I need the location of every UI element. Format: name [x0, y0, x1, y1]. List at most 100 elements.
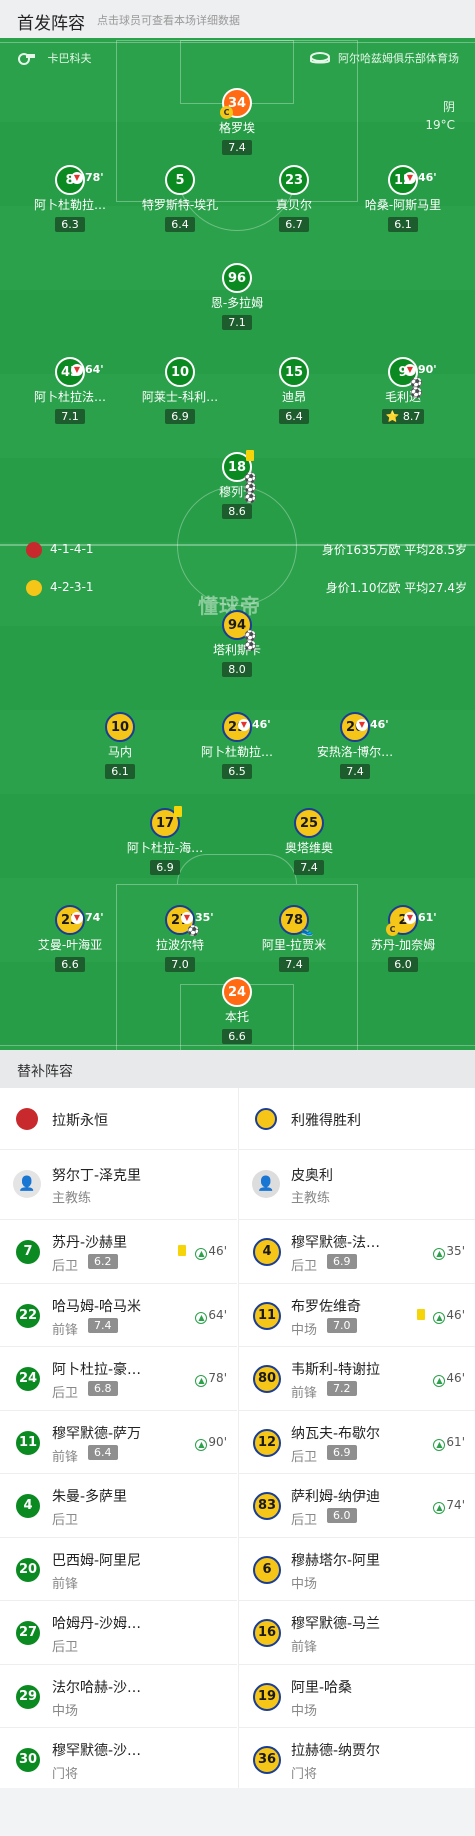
lineup-subtitle: 点击球员可查看本场详细数据: [97, 14, 240, 27]
sub-out-marker: ▼ 64': [71, 356, 104, 384]
captain-badge: C: [220, 106, 233, 119]
lineup-title: 首发阵容: [17, 14, 85, 34]
sub-in-icon: ▲: [195, 1375, 208, 1387]
player-home-5[interactable]: 5 特罗斯特-埃孔 6.4: [120, 165, 240, 232]
sub-in-icon: ▲: [433, 1438, 446, 1451]
sub-row[interactable]: 80 韦斯利-特谢拉 前锋 7.2 ▲ 46': [239, 1347, 475, 1411]
sub-in-icon: ▲: [433, 1502, 446, 1514]
venue-info: 阿尔哈兹姆俱乐部体育场: [309, 50, 459, 68]
rating: 7.4: [222, 140, 252, 155]
player-home-34[interactable]: 34 C 格罗埃 7.4: [177, 88, 297, 155]
sub-row[interactable]: 29 法尔哈赫-沙… 中场: [0, 1665, 237, 1728]
rating: 6.6: [222, 1029, 252, 1044]
sub-in-marker: ▲ 35': [433, 1244, 465, 1260]
sub-row[interactable]: 4 朱曼-多萨里 后卫: [0, 1474, 237, 1538]
referee-info: 卡巴科夫: [16, 50, 92, 68]
player-away-2[interactable]: 2 ▼ 61' C 苏丹-加奈姆 6.0: [343, 905, 463, 972]
sub-out-marker: ▼ 46': [356, 711, 389, 739]
player-away-10[interactable]: 10 马内 6.1: [60, 712, 180, 779]
player-away-23[interactable]: 23 ▼ 74' 艾曼-叶海亚 6.6: [10, 905, 130, 972]
sub-row[interactable]: 20 巴西姆-阿里尼 前锋: [0, 1538, 237, 1601]
home-coach[interactable]: 👤 努尔丁-泽克里 主教练: [0, 1150, 237, 1220]
player-home-10[interactable]: 10 阿莱士-科利… 6.9: [120, 357, 240, 424]
page-footer-space: [0, 1788, 475, 1836]
sub-row[interactable]: 22 哈马姆-哈马米 前锋 7.4 ▲ 64': [0, 1284, 237, 1347]
venue-name: 阿尔哈兹姆俱乐部体育场: [338, 52, 459, 65]
sub-row[interactable]: 12 纳瓦夫-布歇尔 后卫 6.9 ▲ 61': [239, 1411, 475, 1474]
weather: 阴: [442, 100, 455, 114]
home-badge-icon: [26, 541, 42, 558]
sub-in-marker: ▲ 46': [433, 1308, 465, 1324]
sub-in-icon: ▲: [195, 1248, 208, 1260]
player-home-15[interactable]: 15 迪昂 6.4: [234, 357, 354, 424]
sub-out-marker: ▼ 78': [71, 164, 104, 192]
away-team-row[interactable]: 利雅得胜利: [239, 1088, 475, 1150]
sub-row[interactable]: 36 拉赫德-纳贾尔 门将: [239, 1728, 475, 1792]
captain-badge: C: [386, 923, 399, 936]
temperature: 19°C: [425, 118, 455, 132]
player-home-9[interactable]: 9 ▼ 90' ⚽⚽ 毛利达 ⭐ 8.7: [343, 357, 463, 424]
rating: 6.3: [55, 217, 85, 232]
sub-row[interactable]: 11 布罗佐维奇 中场 7.0 ▲ 46': [239, 1284, 475, 1347]
player-home-96[interactable]: 96 恩-多拉姆 7.1: [177, 263, 297, 330]
rating: 6.1: [388, 217, 418, 232]
sub-row[interactable]: 16 穆罕默德-马兰 前锋: [239, 1601, 475, 1665]
away-subs-column: 利雅得胜利 👤 皮奥利 主教练 4 穆罕默德-法… 后卫 6.9 ▲ 35' 11 布罗佐维奇中…: [238, 1088, 475, 1792]
player-away-25[interactable]: 25 奥塔维奥 7.4: [249, 808, 369, 875]
lineup-header: 首发阵容 点击球员可查看本场详细数据: [0, 0, 475, 38]
player-away-20[interactable]: 20 ▼ 46' 安热洛-博尔… 7.4: [295, 712, 415, 779]
assist-icon: 👟: [301, 926, 314, 937]
sub-row[interactable]: 11 穆罕默德-萨万 前锋 6.4 ▲ 90': [0, 1411, 237, 1474]
player-home-45[interactable]: 45 ▼ 64' 阿卜杜拉法… 7.1: [10, 357, 130, 424]
rating: 6.1: [105, 764, 135, 779]
rating: 6.0: [388, 957, 418, 972]
sub-out-icon: ▼: [404, 912, 416, 924]
home-formation: 4-1-4-1: [26, 541, 94, 558]
player-away-17[interactable]: 17 阿卜杜拉-海… 6.9: [105, 806, 225, 875]
player-home-12[interactable]: 12 ▼ 46' 哈桑-阿斯马里 6.1: [343, 165, 463, 232]
sub-row[interactable]: 27 哈姆丹-沙姆… 后卫: [0, 1601, 237, 1665]
away-team-badge-icon: [255, 1108, 277, 1130]
sub-in-icon: ▲: [195, 1311, 208, 1324]
player-home-23[interactable]: 23 真贝尔 6.7: [234, 165, 354, 232]
subs-list: 拉斯永恒 👤 努尔丁-泽克里 主教练 7 苏丹-沙赫里 后卫 6.2 ▲ 46' 22 哈马姆-…: [0, 1088, 475, 1792]
sub-out-marker: ▼ 46': [404, 164, 437, 192]
player-home-18[interactable]: 18 ⚽⚽⚽ 穆列卡 8.6: [177, 450, 297, 519]
goal-icon: ⚽⚽: [410, 378, 423, 399]
yellow-card-icon: [174, 806, 182, 817]
rating: 7.0: [165, 957, 195, 972]
sub-row[interactable]: 24 阿卜杜拉-豪… 后卫 6.8 ▲ 78': [0, 1347, 237, 1411]
rating: 8.0: [222, 662, 252, 677]
sub-row[interactable]: 83 萨利姆-纳伊迪 后卫 6.0 ▲ 74': [239, 1474, 475, 1538]
player-away-24[interactable]: 24 本托 6.6: [177, 977, 297, 1044]
player-away-78[interactable]: 78 👟 阿里-拉贾米 7.4: [234, 905, 354, 972]
sub-row[interactable]: 7 苏丹-沙赫里 后卫 6.2 ▲ 46': [0, 1220, 237, 1284]
sub-row[interactable]: 19 阿里-哈桑 中场: [239, 1665, 475, 1728]
goal-icon: ⚽⚽⚽: [244, 473, 257, 504]
sub-row[interactable]: 6 穆赫塔尔-阿里 中场: [239, 1538, 475, 1601]
sub-in-marker: ▲ 46': [195, 1244, 227, 1260]
sub-row[interactable]: 4 穆罕默德-法… 后卫 6.9 ▲ 35': [239, 1220, 475, 1284]
sub-in-icon: ▲: [433, 1311, 446, 1324]
sub-out-icon: ▼: [404, 172, 416, 184]
away-coach[interactable]: 👤 皮奥利 主教练: [239, 1150, 475, 1220]
sub-in-marker: ▲ 46': [433, 1371, 465, 1387]
home-value: 身价1635万欧 平均28.5岁: [321, 543, 467, 557]
sub-row[interactable]: 30 穆罕默德-沙… 门将: [0, 1728, 237, 1792]
player-away-94[interactable]: 94 ⚽⚽ 塔利斯卡 8.0: [177, 610, 297, 677]
yellow-card-icon: [178, 1245, 186, 1256]
player-away-27[interactable]: 27 ▼ 35' ⚽ 拉波尔特 7.0: [120, 905, 240, 972]
sub-out-marker: ▼ 61': [404, 904, 437, 932]
home-team-row[interactable]: 拉斯永恒: [0, 1088, 237, 1150]
away-formation: 4-2-3-1: [26, 579, 94, 596]
goal-icon: ⚽: [187, 926, 200, 937]
sub-out-marker: ▼ 74': [71, 904, 104, 932]
sub-out-icon: ▼: [238, 719, 250, 731]
sub-out-icon: ▼: [71, 172, 83, 184]
home-subs-column: 拉斯永恒 👤 努尔丁-泽克里 主教练 7 苏丹-沙赫里 后卫 6.2 ▲ 46' 22 哈马姆-…: [0, 1088, 237, 1792]
player-home-8[interactable]: 8 ▼ 78' 阿卜杜勒拉… 6.3: [10, 165, 130, 232]
sub-in-marker: ▲ 64': [195, 1308, 227, 1324]
player-away-29[interactable]: 29 ▼ 46' 阿卜杜勒拉… 6.5: [177, 712, 297, 779]
sub-out-marker: ▼ 46': [238, 711, 271, 739]
rating: 7.4: [279, 957, 309, 972]
